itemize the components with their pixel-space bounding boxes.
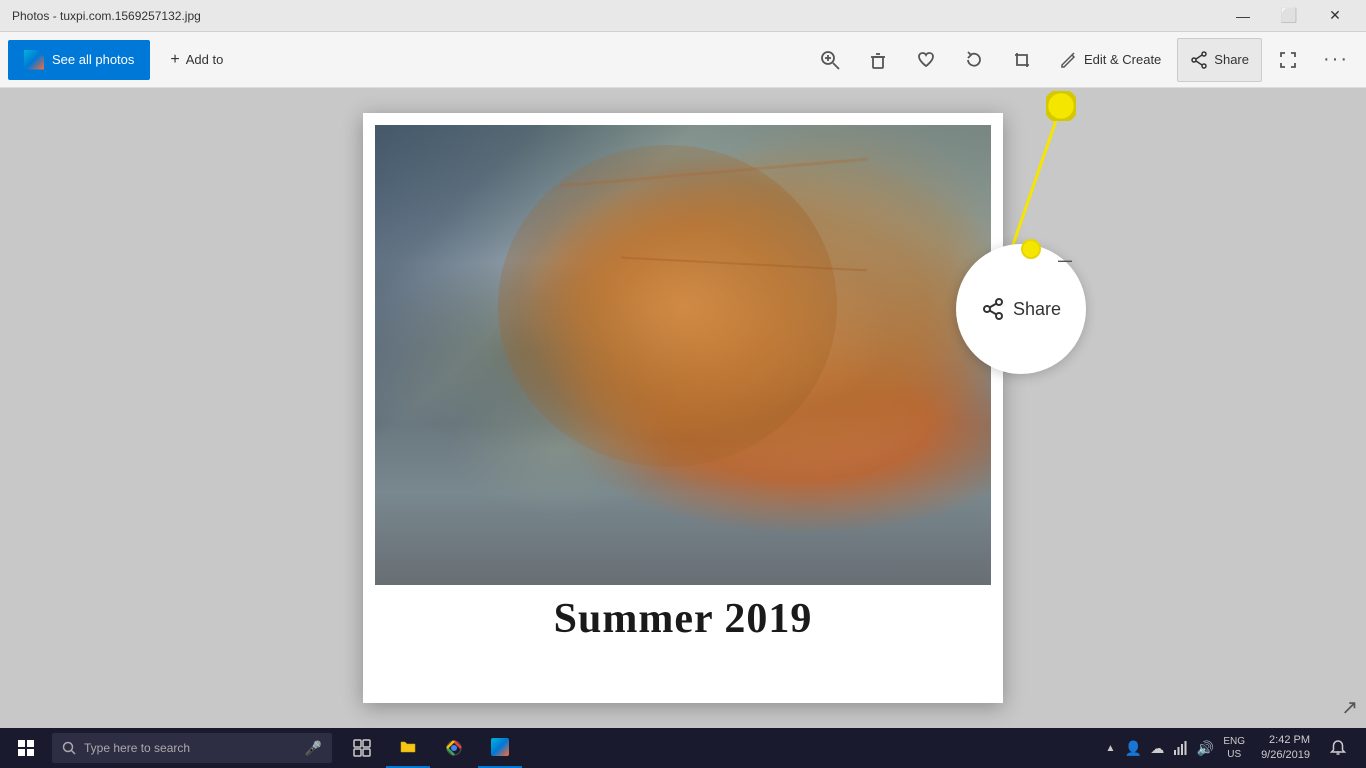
system-clock[interactable]: 2:42 PM 9/26/2019: [1253, 733, 1318, 764]
see-all-photos-label: See all photos: [52, 52, 134, 67]
plus-icon: +: [170, 51, 179, 69]
network-svg-icon: [1173, 740, 1189, 756]
add-to-label: Add to: [186, 52, 224, 67]
window-controls: — ⬜ ✕: [1220, 0, 1358, 32]
share-callout: Share: [956, 244, 1086, 374]
fullscreen-button[interactable]: [1266, 38, 1310, 82]
edit-create-button[interactable]: Edit & Create: [1048, 38, 1173, 82]
chrome-icon: [445, 739, 463, 757]
notification-center-button[interactable]: [1322, 728, 1354, 768]
photo-image: [375, 125, 991, 585]
title-bar: Photos - tuxpi.com.1569257132.jpg — ⬜ ✕: [0, 0, 1366, 32]
crop-icon: [1012, 50, 1032, 70]
expand-icon[interactable]: ↗: [1341, 695, 1358, 720]
chrome-button[interactable]: [432, 728, 476, 768]
edit-icon: [1060, 51, 1078, 69]
more-options-button[interactable]: ···: [1314, 38, 1358, 82]
photos-app-icon: [24, 50, 44, 70]
clock-date: 9/26/2019: [1261, 748, 1310, 763]
cat-photo: [375, 125, 991, 585]
see-all-photos-button[interactable]: See all photos: [8, 40, 150, 80]
people-icon[interactable]: 👤: [1123, 728, 1143, 768]
windows-logo-icon: [18, 740, 34, 756]
maximize-button[interactable]: ⬜: [1266, 0, 1312, 32]
rotate-button[interactable]: [952, 38, 996, 82]
search-icon: [62, 741, 76, 755]
photos-taskbar-icon: [491, 738, 509, 756]
region-label: US: [1223, 748, 1245, 761]
share-callout-bubble: Share: [956, 244, 1086, 374]
heart-icon: [916, 50, 936, 70]
delete-button[interactable]: [856, 38, 900, 82]
toolbar: See all photos + Add to: [0, 32, 1366, 88]
close-button[interactable]: ✕: [1312, 0, 1358, 32]
photo-caption: Summer 2019: [375, 585, 991, 643]
minimize-button[interactable]: —: [1220, 0, 1266, 32]
rotate-icon: [964, 50, 984, 70]
zoom-in-icon: [820, 50, 840, 70]
share-callout-icon: [981, 297, 1005, 321]
zoom-in-button[interactable]: [808, 38, 852, 82]
share-label: Share: [1214, 52, 1249, 67]
fullscreen-icon: [1279, 51, 1297, 69]
share-callout-label: Share: [1013, 299, 1061, 320]
photos-taskbar-button[interactable]: [478, 728, 522, 768]
lang-label: ENG: [1223, 735, 1245, 748]
search-placeholder: Type here to search: [84, 741, 190, 755]
notification-icon: [1330, 740, 1346, 756]
system-tray: ▲ 👤 ☁ 🔊 ENG US 2:42 PM 9/26/2019: [1101, 728, 1362, 768]
edit-create-label: Edit & Create: [1084, 52, 1161, 67]
delete-icon: [868, 50, 888, 70]
tray-expand-button[interactable]: ▲: [1101, 743, 1119, 754]
taskbar: Type here to search 🎤: [0, 728, 1366, 768]
taskbar-apps: [340, 728, 522, 768]
photo-frame: Summer 2019: [363, 113, 1003, 703]
main-content: Summer 2019 Share: [0, 88, 1366, 728]
taskbar-search[interactable]: Type here to search 🎤: [52, 733, 332, 763]
cloud-icon[interactable]: ☁: [1147, 728, 1167, 768]
share-icon: [1190, 51, 1208, 69]
ellipsis-icon: ···: [1323, 48, 1349, 71]
file-explorer-icon: [399, 738, 417, 756]
clock-time: 2:42 PM: [1261, 733, 1310, 748]
file-explorer-button[interactable]: [386, 728, 430, 768]
window-title: Photos - tuxpi.com.1569257132.jpg: [8, 9, 1220, 23]
language-indicator[interactable]: ENG US: [1219, 735, 1249, 761]
favorite-button[interactable]: [904, 38, 948, 82]
crop-button[interactable]: [1000, 38, 1044, 82]
network-icon[interactable]: [1171, 728, 1191, 768]
task-view-icon: [353, 739, 371, 757]
volume-icon[interactable]: 🔊: [1195, 728, 1215, 768]
share-button[interactable]: Share: [1177, 38, 1262, 82]
share-callout-content: Share: [981, 297, 1061, 321]
add-to-button[interactable]: + Add to: [154, 40, 239, 80]
task-view-button[interactable]: [340, 728, 384, 768]
start-button[interactable]: [4, 728, 48, 768]
microphone-icon: 🎤: [305, 740, 322, 757]
arrow-indicator: [1021, 239, 1041, 259]
